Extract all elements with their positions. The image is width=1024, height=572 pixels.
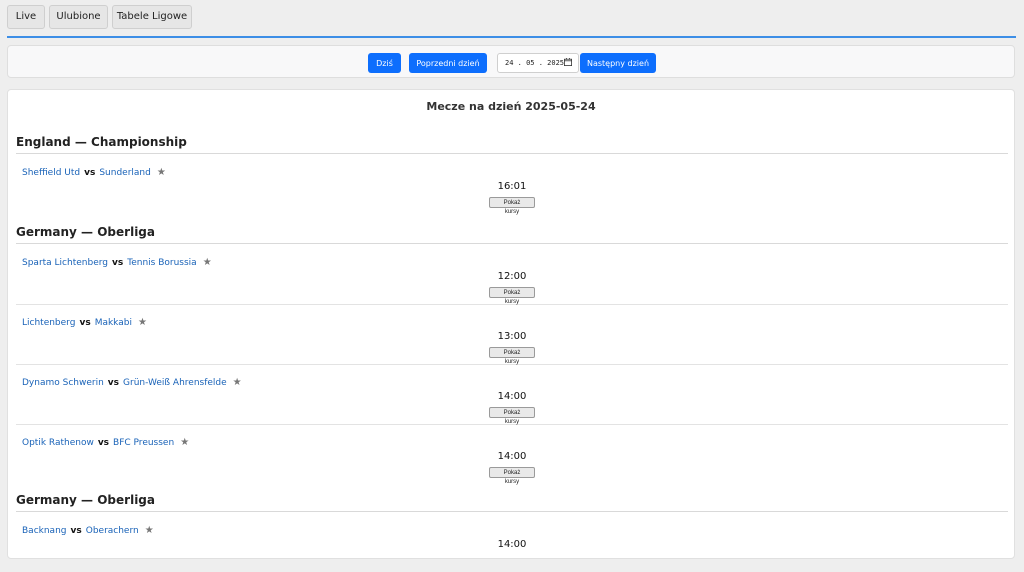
favorite-star-icon[interactable]: ★ — [138, 317, 147, 328]
league-header: Germany — Oberliga — [16, 225, 1008, 244]
match-time: 14:00 — [497, 539, 527, 550]
home-team-link[interactable]: Lichtenberg — [22, 318, 75, 328]
tab-league-tables[interactable]: Tabele Ligowe — [112, 5, 192, 29]
match-teams: Dynamo Schwerin vs Grün-Weiß Ahrensfelde ★ — [22, 377, 242, 388]
match-row: Lichtenberg vs Makkabi ★ 13:00 Pokaż kursy — [16, 305, 1008, 365]
match-time: 14:00 — [497, 391, 527, 402]
match-row: Dynamo Schwerin vs Grün-Weiß Ahrensfelde ★ … — [16, 365, 1008, 425]
away-team-link[interactable]: Grün-Weiß Ahrensfelde — [123, 378, 227, 388]
away-team-link[interactable]: Tennis Borussia — [127, 258, 196, 268]
away-team-link[interactable]: Oberachern — [86, 526, 139, 536]
league-header: England — Championship — [16, 135, 1008, 154]
today-button[interactable]: Dziś — [368, 53, 401, 73]
vs-label: vs — [112, 258, 124, 268]
favorite-star-icon[interactable]: ★ — [145, 525, 154, 536]
top-nav: Live Ulubione Tabele Ligowe — [7, 5, 192, 29]
home-team-link[interactable]: Backnang — [22, 526, 67, 536]
match-time: 13:00 — [497, 331, 527, 342]
match-teams: Backnang vs Oberachern ★ — [22, 525, 154, 536]
date-input[interactable]: 24 . 05 . 2025 — [497, 53, 579, 73]
home-team-link[interactable]: Sparta Lichtenberg — [22, 258, 108, 268]
previous-day-button[interactable]: Poprzedni dzień — [409, 53, 487, 73]
away-team-link[interactable]: Makkabi — [95, 318, 132, 328]
show-odds-button[interactable]: Pokaż kursy — [489, 407, 535, 425]
match-row: Sheffield Utd vs Sunderland ★ 16:01 Pokaż k… — [16, 155, 1008, 215]
calendar-icon[interactable] — [564, 58, 572, 66]
match-time: 12:00 — [497, 271, 527, 282]
next-day-button[interactable]: Następny dzień — [580, 53, 656, 73]
vs-label: vs — [70, 526, 82, 536]
home-team-link[interactable]: Sheffield Utd — [22, 168, 80, 178]
match-teams: Sheffield Utd vs Sunderland ★ — [22, 167, 166, 178]
tab-favorites[interactable]: Ulubione — [49, 5, 108, 29]
home-team-link[interactable]: Dynamo Schwerin — [22, 378, 104, 388]
show-odds-button[interactable]: Pokaż kursy — [489, 467, 535, 485]
home-team-link[interactable]: Optik Rathenow — [22, 438, 94, 448]
match-time: 16:01 — [497, 181, 527, 192]
match-teams: Lichtenberg vs Makkabi ★ — [22, 317, 147, 328]
favorite-star-icon[interactable]: ★ — [233, 377, 242, 388]
match-row: Sparta Lichtenberg vs Tennis Borussia ★ 12:… — [16, 245, 1008, 305]
show-odds-button[interactable]: Pokaż kursy — [489, 197, 535, 215]
league-header: Germany — Oberliga — [16, 493, 1008, 512]
show-odds-button[interactable]: Pokaż kursy — [489, 287, 535, 305]
show-odds-button[interactable]: Pokaż kursy — [489, 347, 535, 365]
favorite-star-icon[interactable]: ★ — [203, 257, 212, 268]
match-row: Optik Rathenow vs BFC Preussen ★ 14:00 Poka… — [16, 425, 1008, 485]
away-team-link[interactable]: Sunderland — [99, 168, 151, 178]
away-team-link[interactable]: BFC Preussen — [113, 438, 174, 448]
nav-divider — [7, 36, 1016, 38]
page-title: Mecze na dzień 2025-05-24 — [426, 100, 596, 113]
favorite-star-icon[interactable]: ★ — [180, 437, 189, 448]
vs-label: vs — [84, 168, 96, 178]
vs-label: vs — [107, 378, 120, 388]
vs-label: vs — [97, 438, 110, 448]
date-navigation-bar: Dziś Poprzedni dzień 24 . 05 . 2025 Nast… — [7, 45, 1015, 78]
tab-live[interactable]: Live — [7, 5, 45, 29]
match-teams: Optik Rathenow vs BFC Preussen ★ — [22, 437, 189, 448]
match-time: 14:00 — [497, 451, 527, 462]
favorite-star-icon[interactable]: ★ — [157, 167, 166, 178]
date-value: 24 . 05 . 2025 — [505, 59, 565, 67]
vs-label: vs — [79, 318, 91, 328]
matches-panel: Mecze na dzień 2025-05-24 England — Cham… — [7, 89, 1015, 559]
match-teams: Sparta Lichtenberg vs Tennis Borussia ★ — [22, 257, 212, 268]
